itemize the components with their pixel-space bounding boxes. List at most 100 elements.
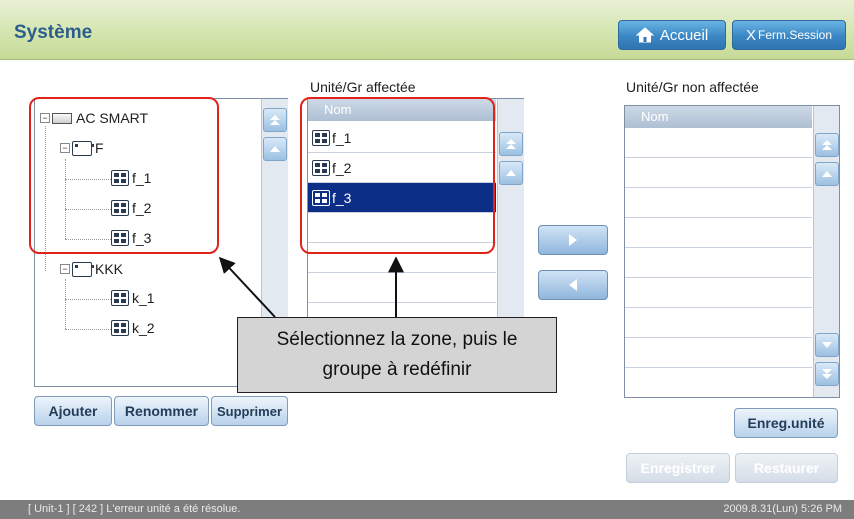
unassigned-scrollbar[interactable]: [813, 106, 839, 397]
logout-label: Ferm.Session: [757, 28, 833, 42]
tree-item-label: f_3: [132, 230, 152, 246]
tree-line: [65, 179, 113, 180]
list-item-empty[interactable]: [625, 188, 812, 218]
assigned-column-header: Nom: [308, 99, 496, 121]
status-bar: [ Unit-1 ] [ 242 ] L'erreur unité a été …: [0, 500, 854, 519]
down-arrow-icon: [822, 342, 832, 348]
scroll-up-button[interactable]: [263, 137, 287, 161]
group-icon: [72, 140, 94, 156]
scroll-down-button[interactable]: [815, 333, 839, 357]
double-up-arrow-icon: [270, 115, 280, 125]
delete-button[interactable]: Supprimer: [211, 396, 288, 426]
tree-item-label: k_1: [132, 290, 155, 306]
restore-button[interactable]: Restaurer: [735, 453, 838, 483]
right-arrow-icon: [569, 234, 577, 246]
callout-line: Sélectionnez la zone, puis le: [276, 329, 518, 350]
tree-line: [65, 329, 113, 330]
unit-icon: [111, 290, 129, 306]
tree-item-group[interactable]: − KKK: [60, 261, 123, 277]
double-down-arrow-icon: [822, 369, 832, 379]
status-datetime: 2009.8.31(Lun) 5:26 PM: [723, 503, 842, 515]
tree-line: [65, 279, 66, 329]
unassigned-list-panel: Nom: [624, 105, 840, 398]
unit-icon: [312, 159, 330, 176]
status-message: [ Unit-1 ] [ 242 ] L'erreur unité a été …: [28, 503, 241, 515]
tree-item-root[interactable]: − AC SMART: [40, 110, 148, 126]
home-button[interactable]: Accueil: [618, 20, 726, 50]
tree-item-label: f_1: [132, 170, 152, 186]
scroll-top-button[interactable]: [263, 108, 287, 132]
tree-item-label: k_2: [132, 320, 155, 336]
up-arrow-icon: [270, 146, 280, 152]
list-item-empty[interactable]: [308, 273, 496, 303]
list-item-empty[interactable]: [625, 278, 812, 308]
unit-icon: [312, 189, 330, 206]
left-arrow-icon: [569, 279, 577, 291]
unit-icon: [111, 320, 129, 336]
tree-line: [45, 126, 46, 271]
tree-item-unit[interactable]: k_2: [111, 320, 155, 336]
instruction-callout: Sélectionnez la zone, puis le groupe à r…: [237, 317, 557, 393]
list-item[interactable]: f_1: [308, 123, 496, 153]
unit-icon: [312, 129, 330, 146]
header-bar: Système Accueil X Ferm.Session: [0, 0, 854, 60]
list-item-selected[interactable]: f_3: [308, 183, 496, 213]
list-item-label: f_3: [332, 189, 352, 206]
tree-line: [65, 239, 113, 240]
add-button[interactable]: Ajouter: [34, 396, 112, 426]
list-item-empty[interactable]: [308, 213, 496, 243]
list-item-empty[interactable]: [625, 218, 812, 248]
list-item-label: f_2: [332, 159, 352, 176]
unit-icon: [111, 170, 129, 186]
home-label: Accueil: [659, 26, 709, 44]
scroll-bottom-button[interactable]: [815, 362, 839, 386]
callout-line: groupe à redéfinir: [322, 359, 472, 380]
scroll-up-button[interactable]: [815, 162, 839, 186]
tree-item-label: f_2: [132, 200, 152, 216]
tree-item-group[interactable]: − F: [60, 140, 104, 156]
collapse-icon[interactable]: −: [60, 143, 70, 153]
list-item-empty[interactable]: [625, 248, 812, 278]
tree-item-unit[interactable]: k_1: [111, 290, 155, 306]
controller-icon: [52, 112, 72, 124]
list-item-empty[interactable]: [625, 158, 812, 188]
move-left-button[interactable]: [538, 270, 608, 300]
list-item-empty[interactable]: [625, 128, 812, 158]
unassigned-list-label: Unité/Gr non affectée: [626, 79, 759, 95]
collapse-icon[interactable]: −: [40, 113, 50, 123]
tree-item-unit[interactable]: f_3: [111, 230, 151, 246]
list-item-label: f_1: [332, 129, 352, 146]
tree-line: [65, 159, 66, 239]
list-item-empty[interactable]: [625, 308, 812, 338]
list-item-empty[interactable]: [308, 243, 496, 273]
tree-line: [65, 299, 113, 300]
unit-icon: [111, 200, 129, 216]
unassigned-column-header: Nom: [625, 106, 812, 128]
tree-line: [65, 209, 113, 210]
page-title: Système: [14, 22, 93, 43]
tree-item-label: AC SMART: [76, 110, 149, 126]
rename-button[interactable]: Renommer: [114, 396, 209, 426]
move-right-button[interactable]: [538, 225, 608, 255]
scroll-top-button[interactable]: [499, 132, 523, 156]
save-button[interactable]: Enregistrer: [626, 453, 730, 483]
up-arrow-icon: [506, 170, 516, 176]
scroll-top-button[interactable]: [815, 133, 839, 157]
up-arrow-icon: [822, 171, 832, 177]
double-up-arrow-icon: [506, 139, 516, 149]
close-icon: X: [745, 26, 756, 44]
unit-icon: [111, 230, 129, 246]
home-icon: [635, 27, 654, 43]
double-up-arrow-icon: [822, 140, 832, 150]
save-unit-button[interactable]: Enreg.unité: [734, 408, 838, 438]
tree-item-unit[interactable]: f_1: [111, 170, 151, 186]
tree-item-unit[interactable]: f_2: [111, 200, 151, 216]
list-item-empty[interactable]: [625, 338, 812, 368]
scroll-up-button[interactable]: [499, 161, 523, 185]
tree-item-label: KKK: [95, 261, 124, 277]
collapse-icon[interactable]: −: [60, 264, 70, 274]
tree-item-label: F: [95, 140, 104, 156]
list-item[interactable]: f_2: [308, 153, 496, 183]
assigned-list-label: Unité/Gr affectée: [310, 79, 416, 95]
logout-button[interactable]: X Ferm.Session: [732, 20, 846, 50]
